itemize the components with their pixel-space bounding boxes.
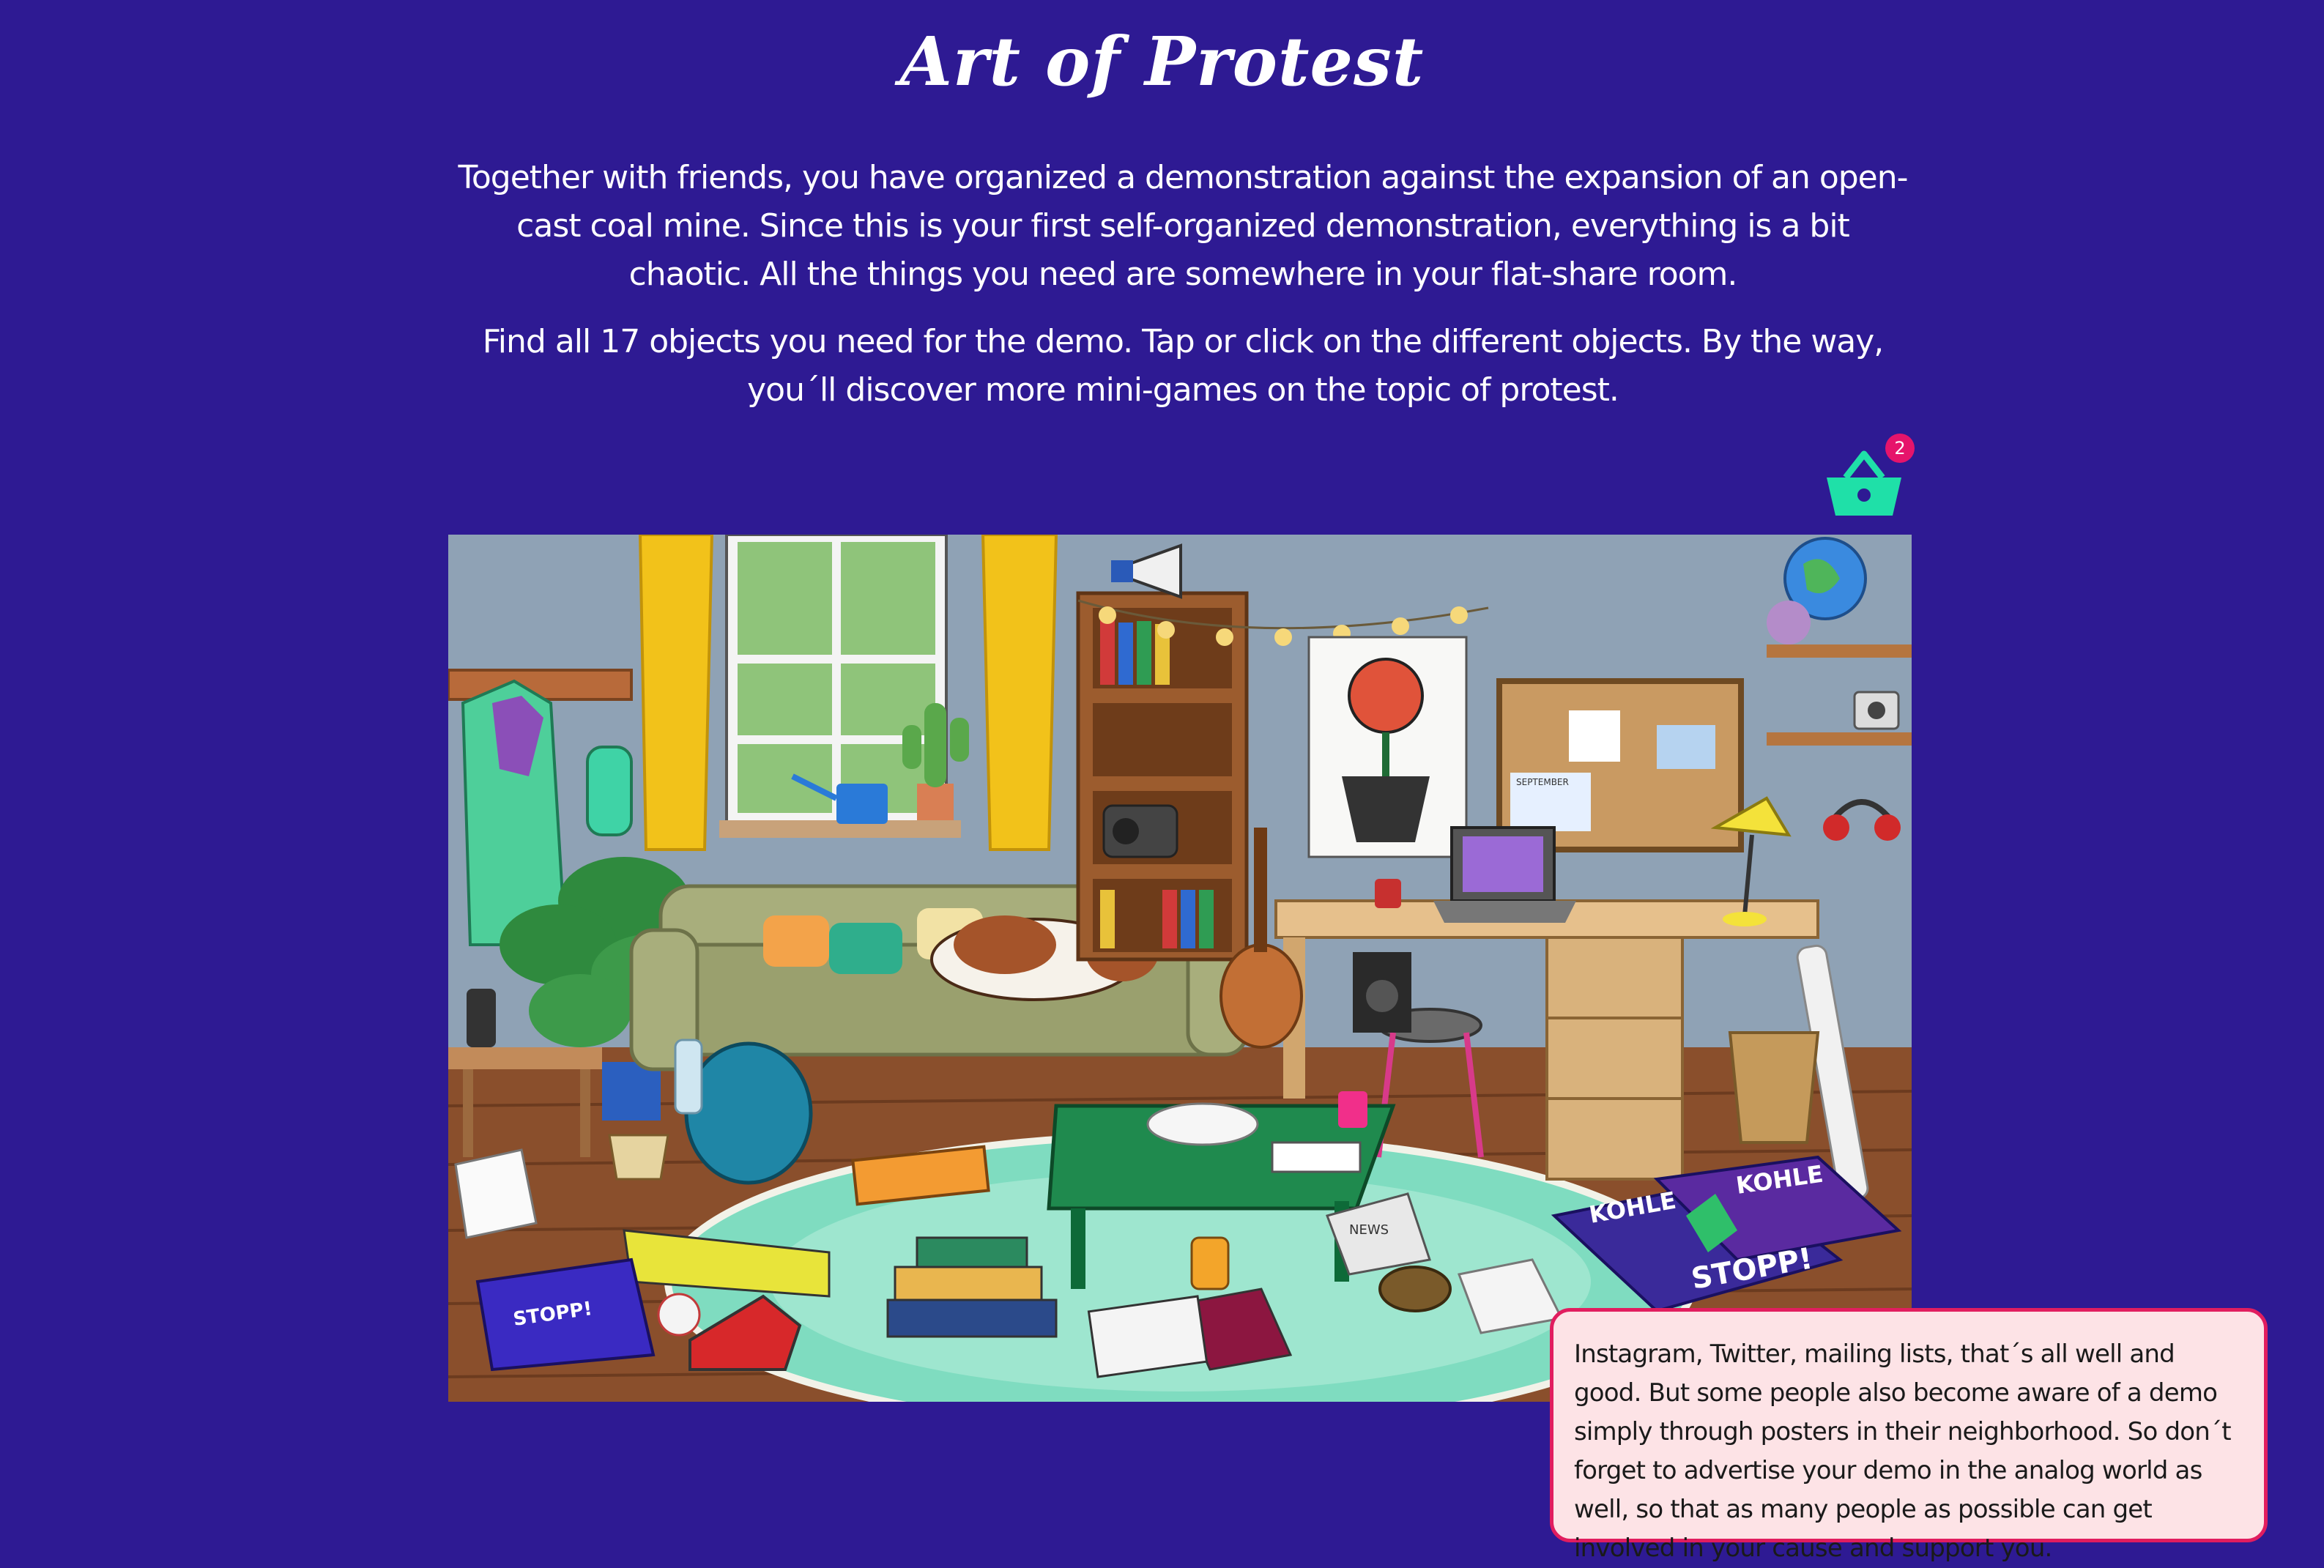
- rose-poster[interactable]: [1307, 636, 1468, 858]
- calendar-label: SEPTEMBER: [1516, 777, 1569, 787]
- water-bottle[interactable]: [674, 1038, 703, 1115]
- radio[interactable]: [1102, 804, 1178, 858]
- handwritten-note[interactable]: [454, 1148, 538, 1239]
- instructions-paragraph: Find all 17 objects you need for the dem…: [482, 323, 1885, 409]
- sandwich[interactable]: [608, 1134, 669, 1181]
- backpack[interactable]: [684, 1041, 813, 1185]
- mug[interactable]: [1375, 879, 1401, 908]
- camera[interactable]: [1853, 691, 1900, 730]
- fanny-pack[interactable]: [586, 746, 633, 836]
- hint-tooltip: Instagram, Twitter, mailing lists, that´…: [1550, 1308, 2268, 1563]
- pink-candle[interactable]: [1338, 1091, 1367, 1128]
- pencil-case[interactable]: [1190, 1236, 1230, 1290]
- hidden-object-scene[interactable]: SEPTEMBER NEWS STOPP! KOHLE KOHLE STOPP!: [448, 535, 1912, 1402]
- game-title: Art of Protest: [899, 22, 1425, 101]
- basket-count-badge: 2: [1885, 434, 1915, 463]
- waste-basket: [1728, 1031, 1820, 1144]
- speaker[interactable]: [1353, 952, 1411, 1033]
- newspaper-label: NEWS: [1349, 1222, 1389, 1238]
- sketchbook[interactable]: [1087, 1295, 1209, 1378]
- intro-paragraph: Together with friends, you have organize…: [458, 159, 1908, 293]
- turtle[interactable]: [1378, 1266, 1452, 1312]
- bookshelf: [1076, 591, 1249, 962]
- baseball[interactable]: [657, 1293, 701, 1337]
- telephone[interactable]: [467, 989, 496, 1047]
- pinboard: SEPTEMBER: [1496, 678, 1744, 852]
- laptop[interactable]: [1433, 826, 1576, 923]
- teddy-bear[interactable]: [1767, 601, 1811, 644]
- intro-text: Together with friends, you have organize…: [454, 154, 1912, 434]
- hint-text: Instagram, Twitter, mailing lists, that´…: [1574, 1340, 2232, 1563]
